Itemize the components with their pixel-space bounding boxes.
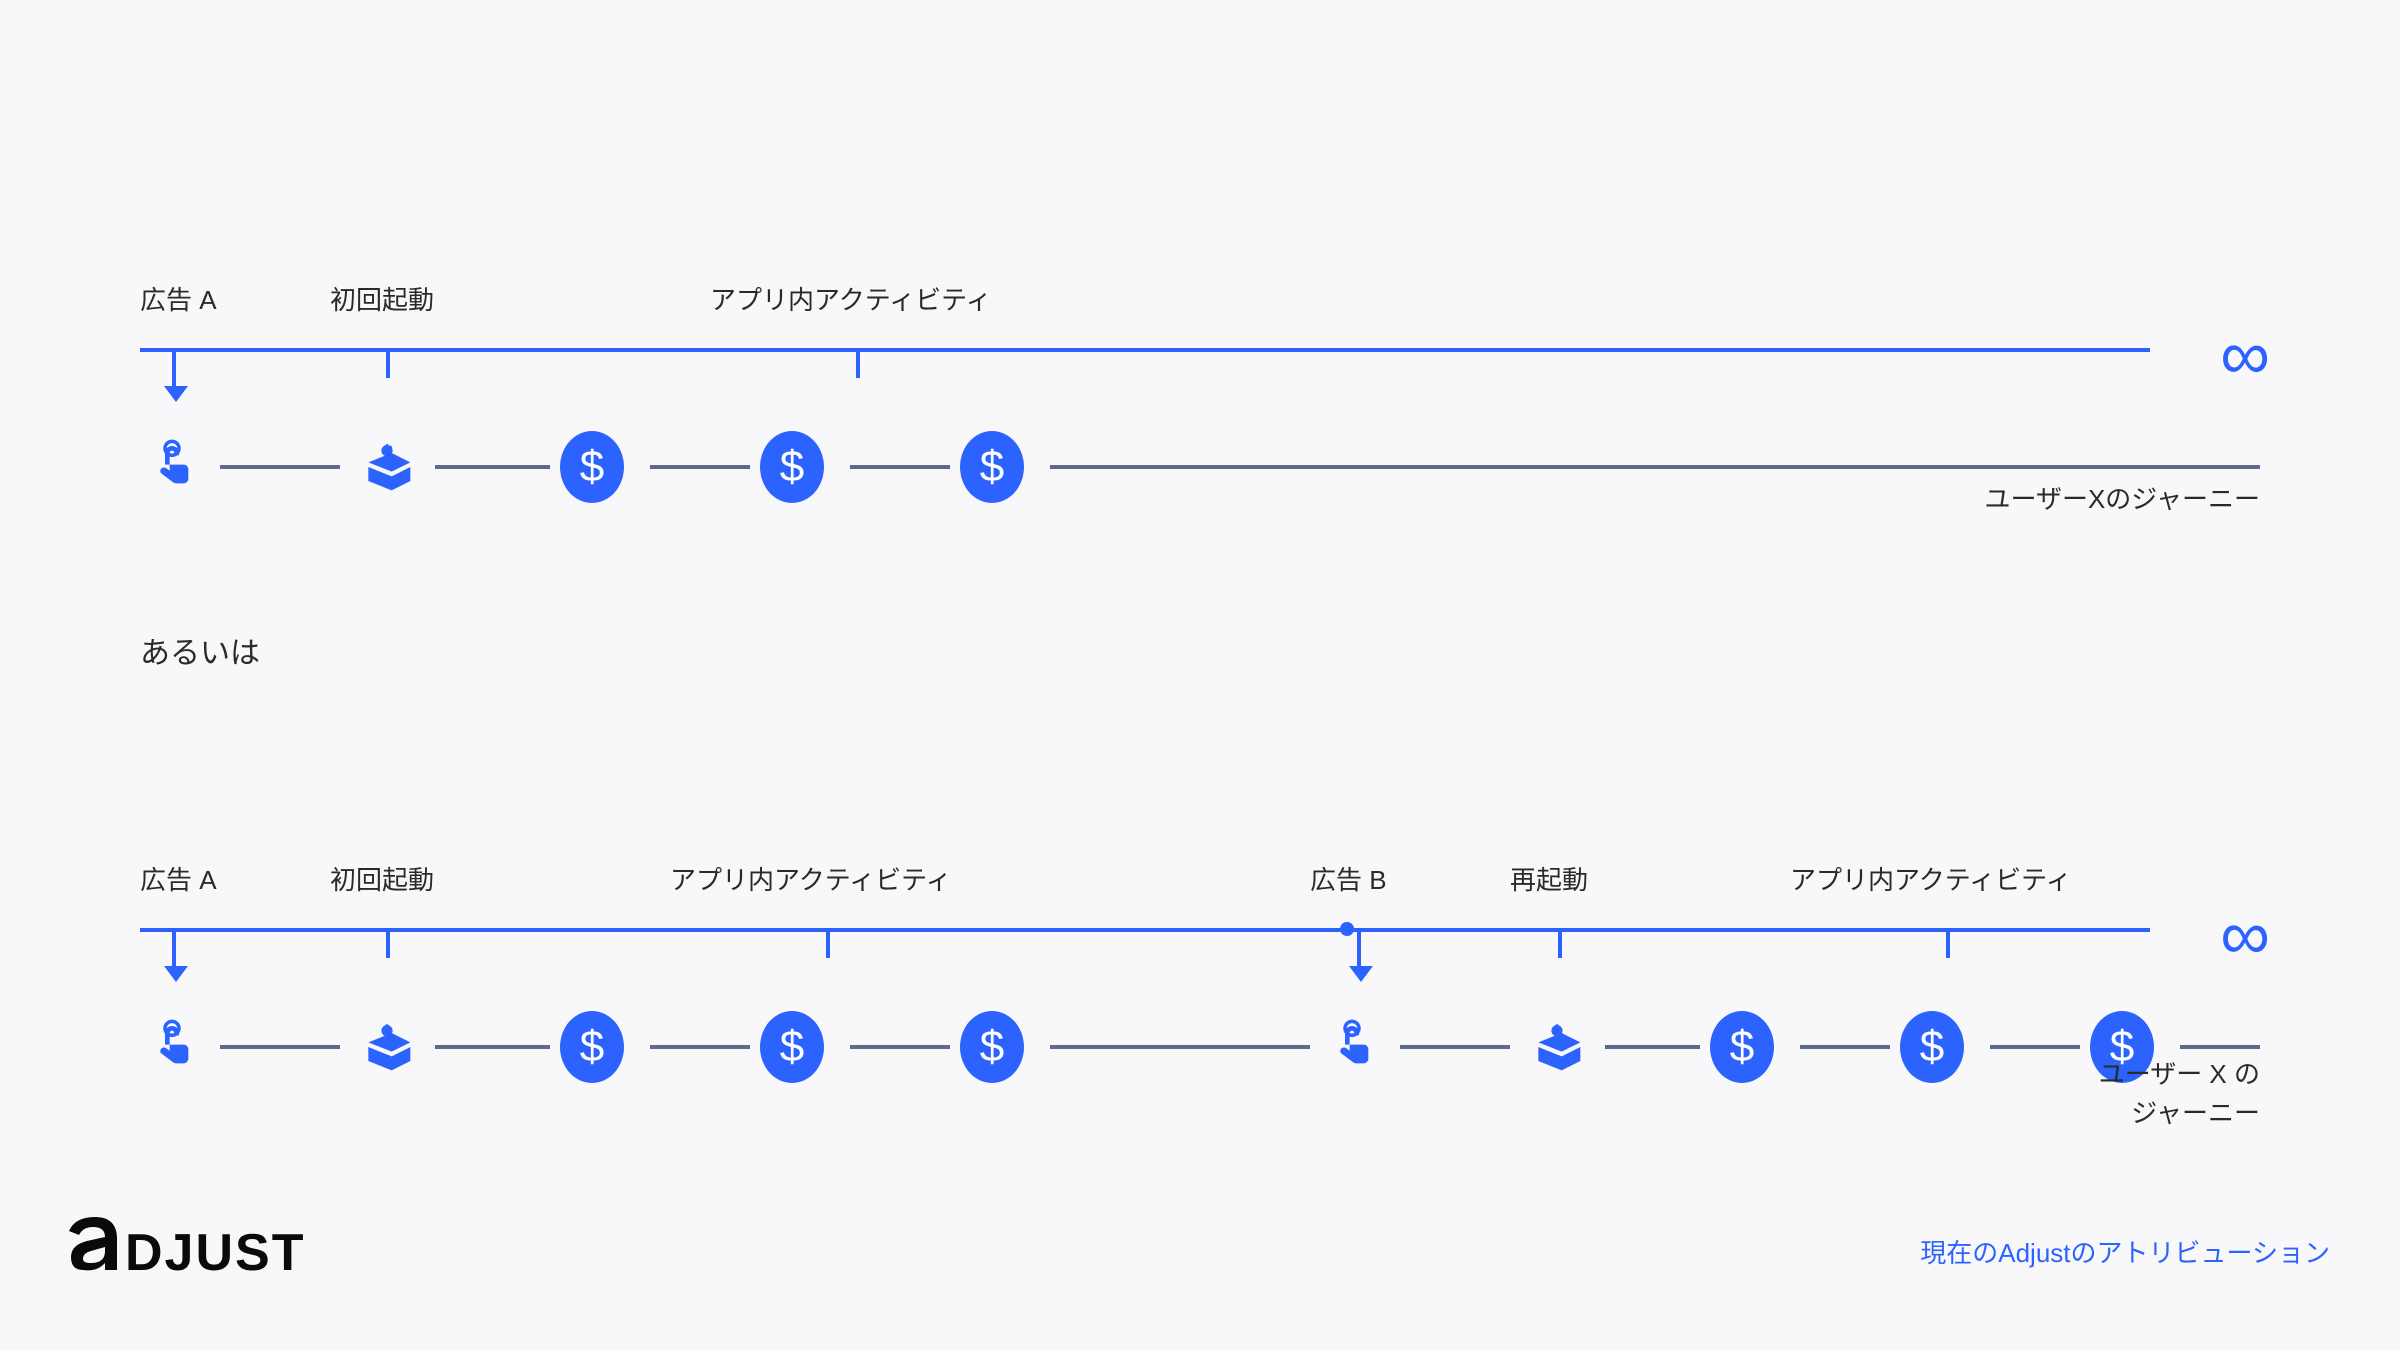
connector (850, 465, 950, 469)
dollar-circle-icon: $ (960, 1015, 1024, 1079)
unbox-gear-icon (355, 435, 419, 499)
journey-2-nodes: $ $ $ $ $ $ (140, 1015, 2260, 1095)
label-ad-a: 広告 A (140, 280, 217, 317)
label-first-launch: 初回起動 (330, 280, 434, 317)
dollar-circle-icon: $ (1710, 1015, 1774, 1079)
dollar-circle-icon: $ (960, 435, 1024, 499)
connector (650, 465, 750, 469)
infinity-icon: ∞ (2220, 900, 2270, 970)
connector (1990, 1045, 2080, 1049)
connector (1800, 1045, 1890, 1049)
label-ad-a: 広告 A (140, 860, 217, 897)
svg-text:DJUST: DJUST (125, 1224, 305, 1282)
timeline-bar (140, 928, 2150, 932)
timeline-dot (1340, 922, 1354, 936)
label-in-app-activity-1: アプリ内アクティビティ (670, 860, 952, 897)
label-relaunch: 再起動 (1510, 860, 1588, 897)
timeline-tick (856, 348, 860, 378)
label-in-app-activity: アプリ内アクティビティ (710, 280, 992, 317)
timeline-tick (386, 348, 390, 378)
journey-1-nodes: $ $ $ (140, 435, 2260, 515)
dollar-circle-icon: $ (760, 1015, 824, 1079)
connector (1050, 1045, 1310, 1049)
label-in-app-activity-2: アプリ内アクティビティ (1790, 860, 2072, 897)
dollar-circle-icon: $ (760, 435, 824, 499)
dollar-circle-icon: $ (560, 1015, 624, 1079)
dollar-circle-icon: $ (1900, 1015, 1964, 1079)
timeline-tick (826, 928, 830, 958)
infinity-icon: ∞ (2220, 320, 2270, 390)
tap-icon (140, 435, 204, 499)
timeline-bar (140, 348, 2150, 352)
connector (435, 1045, 550, 1049)
connector-end (1050, 465, 2260, 469)
journey-1-labels: 広告 A 初回起動 アプリ内アクティビティ (140, 280, 2260, 320)
tap-icon (140, 1015, 204, 1079)
separator-or: あるいは (140, 628, 260, 672)
dollar-circle-icon: $ (560, 435, 624, 499)
connector (850, 1045, 950, 1049)
connector-end (2180, 1045, 2260, 1049)
connector (650, 1045, 750, 1049)
journey-2-end-label: ユーザー X の ジャーニー (2060, 1055, 2260, 1133)
connector (435, 465, 550, 469)
journey-2-labels: 広告 A 初回起動 アプリ内アクティビティ 広告 B 再起動 アプリ内アクティビ… (140, 860, 2260, 900)
journey-1-end-label: ユーザーXのジャーニー (1984, 480, 2260, 519)
unbox-gear-icon (1525, 1015, 1589, 1079)
timeline-tick (1558, 928, 1562, 958)
label-first-launch: 初回起動 (330, 860, 434, 897)
label-ad-b: 広告 B (1310, 860, 1387, 897)
connector (220, 465, 340, 469)
footer-caption: 現在のAdjustのアトリビューション (1920, 1233, 2330, 1270)
unbox-gear-icon (355, 1015, 419, 1079)
timeline-tick (1946, 928, 1950, 958)
connector (220, 1045, 340, 1049)
tap-icon (1320, 1015, 1384, 1079)
timeline-tick (386, 928, 390, 958)
connector (1400, 1045, 1510, 1049)
adjust-logo: DJUST (65, 1215, 375, 1290)
connector (1605, 1045, 1700, 1049)
